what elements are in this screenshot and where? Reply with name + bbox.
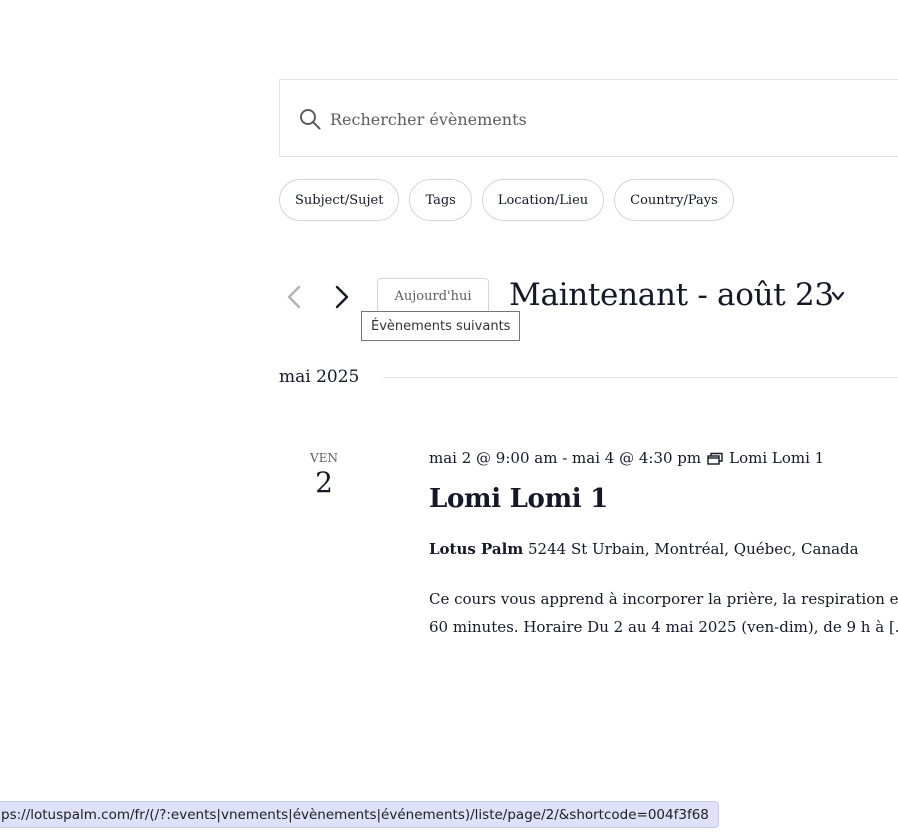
event-datetime: mai 2 @ 9:00 am - mai 4 @ 4:30 pm Lomi L… — [429, 449, 824, 467]
month-separator: mai 2025 — [279, 367, 360, 387]
filter-location-button[interactable]: Location/Lieu — [481, 179, 605, 221]
next-events-tooltip: Évènements suivants — [361, 311, 521, 341]
event-day-name: VEN — [310, 451, 338, 465]
venue-name: Lotus Palm — [429, 540, 524, 558]
filter-tags-button[interactable]: Tags — [409, 179, 472, 221]
search-bar — [279, 79, 898, 157]
event-day-number: 2 — [315, 466, 333, 499]
event-title-link[interactable]: Lomi Lomi 1 — [429, 484, 608, 514]
chevron-down-icon[interactable] — [830, 289, 846, 303]
chevron-right-icon[interactable] — [330, 284, 354, 310]
filter-subject-button[interactable]: Subject/Sujet — [279, 179, 400, 221]
event-series-link[interactable]: Lomi Lomi 1 — [729, 449, 824, 467]
search-input[interactable] — [330, 104, 890, 134]
event-datetime-text: mai 2 @ 9:00 am - mai 4 @ 4:30 pm — [429, 449, 702, 467]
event-venue: Lotus Palm 5244 St Urbain, Montréal, Qué… — [429, 540, 859, 558]
date-range-title[interactable]: Maintenant - août 23 — [509, 277, 834, 313]
event-description-line: Ce cours vous apprend à incorporer la pr… — [429, 590, 898, 608]
search-icon — [300, 109, 321, 130]
event-description-line: 60 minutes. Horaire Du 2 au 4 mai 2025 (… — [429, 618, 898, 636]
chevron-left-icon[interactable] — [282, 284, 306, 310]
today-button[interactable]: Aujourd'hui — [377, 278, 489, 314]
filter-country-button[interactable]: Country/Pays — [614, 179, 734, 221]
month-divider — [383, 377, 898, 378]
event-description: Ce cours vous apprend à incorporer la pr… — [429, 585, 898, 641]
venue-address: 5244 St Urbain, Montréal, Québec, Canada — [528, 540, 859, 558]
browser-status-url: ps://lotuspalm.com/fr/(/?:events|vnement… — [0, 801, 719, 828]
recurring-icon — [707, 452, 723, 465]
filter-bar: Subject/Sujet Tags Location/Lieu Country… — [279, 179, 734, 221]
